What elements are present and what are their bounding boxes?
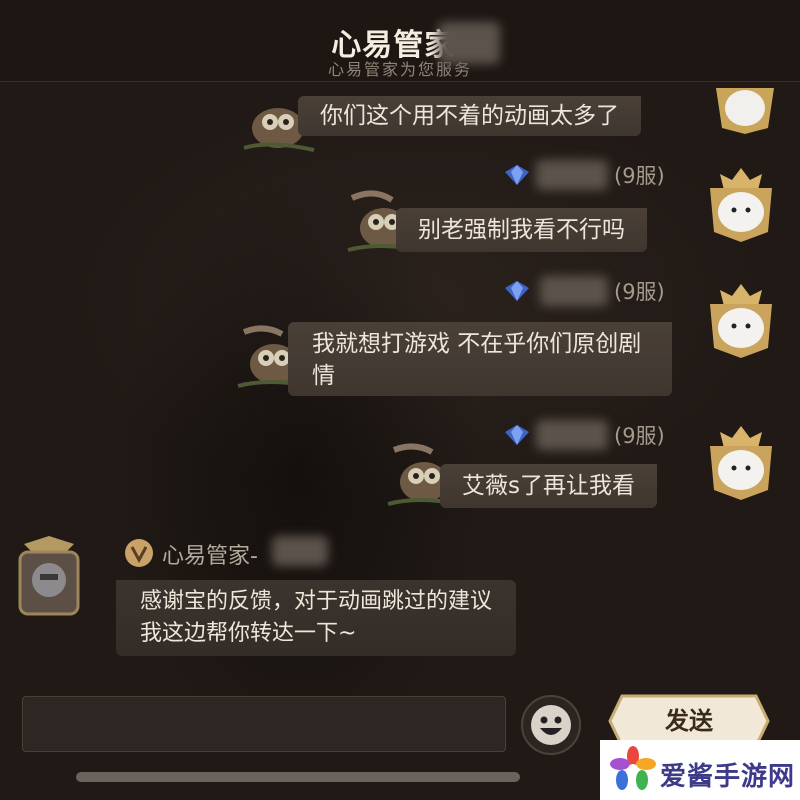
message-text: 别老强制我看不行吗 [418, 217, 625, 243]
message-text: 艾薇s了再让我看 [462, 473, 635, 499]
butler-badge-icon [125, 539, 153, 567]
assistant-name: 心易管家- [162, 544, 258, 569]
redacted-name-blur [540, 276, 608, 306]
player-avatar[interactable] [710, 88, 780, 134]
chat-subtitle: 心易管家为您服务 [327, 60, 472, 79]
chat-header: 心易管家- 心易管家为您服务 [0, 0, 800, 82]
message-text: 你们这个用不着的动画太多了 [320, 103, 619, 129]
redacted-name-blur [272, 536, 328, 566]
message-text: 我就想打游戏 不在乎你们原创剧情 [312, 331, 642, 389]
player-avatar[interactable] [706, 424, 776, 502]
redacted-name-blur [536, 420, 608, 450]
assistant-message-bubble: 感谢宝的反馈，对于动画跳过的建议我这边帮你转达一下~ [116, 580, 516, 656]
player-avatar[interactable] [706, 166, 776, 244]
message-bubble: 别老强制我看不行吗 [396, 208, 647, 252]
player-server: (9服) [614, 424, 665, 448]
player-avatar[interactable] [706, 282, 776, 360]
diamond-icon [505, 425, 529, 445]
message-bubble: 你们这个用不着的动画太多了 [298, 96, 641, 136]
assistant-message-text: 感谢宝的反馈，对于动画跳过的建议我这边帮你转达一下~ [140, 589, 493, 646]
redacted-name-blur [536, 160, 608, 190]
home-indicator [76, 772, 520, 782]
player-server: (9服) [614, 164, 665, 188]
watermark-text: 爱酱手游网 [660, 762, 796, 792]
diamond-icon [505, 165, 529, 185]
message-bubble: 艾薇s了再让我看 [440, 464, 657, 508]
message-input[interactable] [22, 696, 506, 752]
emoji-icon[interactable] [520, 694, 582, 756]
player-server: (9服) [614, 280, 665, 304]
watermark-logo-icon [610, 746, 656, 790]
message-bubble: 我就想打游戏 不在乎你们原创剧情 [288, 322, 672, 396]
assistant-avatar[interactable] [14, 534, 84, 620]
redacted-name-blur [438, 22, 500, 64]
diamond-icon [505, 281, 529, 301]
